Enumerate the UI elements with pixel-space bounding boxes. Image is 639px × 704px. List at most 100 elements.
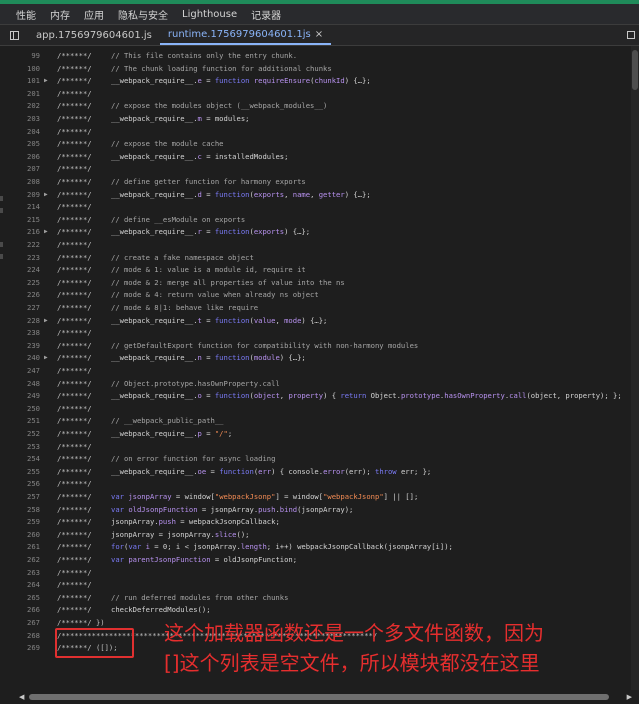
code-line[interactable]: 250 /******/ — [0, 403, 639, 416]
file-tab-app[interactable]: app.1756979604601.js — [28, 25, 160, 45]
line-number[interactable]: 268 — [0, 630, 40, 643]
code-line[interactable]: 99 /******/ // This file contains only the… — [0, 50, 639, 63]
line-number[interactable]: 267 — [0, 617, 40, 630]
line-number[interactable]: 248 — [0, 378, 40, 391]
line-number[interactable]: 239 — [0, 340, 40, 353]
line-number[interactable]: 253 — [0, 441, 40, 454]
code-line[interactable]: 205 /******/ // expose the module cache — [0, 138, 639, 151]
line-number[interactable]: 256 — [0, 478, 40, 491]
code-line[interactable]: 255 /******/ __webpack_require__.oe = func… — [0, 466, 639, 479]
line-number[interactable]: 249 — [0, 390, 40, 403]
code-line[interactable]: 202 /******/ // expose the modules object … — [0, 100, 639, 113]
code-line[interactable]: 251 /******/ // __webpack_public_path__ — [0, 415, 639, 428]
fold-arrow-icon[interactable]: ▶ — [44, 75, 52, 88]
line-number[interactable]: 260 — [0, 529, 40, 542]
line-number[interactable]: 216 — [0, 226, 40, 239]
code-editor[interactable]: 99 /******/ // This file contains only the… — [0, 46, 639, 690]
line-number[interactable]: 258 — [0, 504, 40, 517]
line-number[interactable]: 207 — [0, 163, 40, 176]
code-line[interactable]: 264 /******/ — [0, 579, 639, 592]
line-number[interactable]: 225 — [0, 277, 40, 290]
code-line[interactable]: 216 ▶ /******/ __webpack_require__.r = func… — [0, 226, 639, 239]
code-line[interactable]: 257/******/var jsonpArray = window["webp… — [0, 491, 639, 504]
code-line[interactable]: 261 /******/ for(var i = 0; i < jsonpArray… — [0, 541, 639, 554]
line-number[interactable]: 252 — [0, 428, 40, 441]
code-line[interactable]: 208 /******/ // define getter function for… — [0, 176, 639, 189]
tab-privacy-security[interactable]: 隐私与安全 — [111, 7, 175, 22]
code-line[interactable]: 266 /******/ checkDeferredModules(); — [0, 604, 639, 617]
close-icon[interactable]: × — [315, 29, 323, 40]
scroll-left-icon[interactable]: ◀ — [19, 693, 24, 701]
tab-lighthouse[interactable]: Lighthouse — [175, 9, 244, 20]
line-number[interactable]: 228 — [0, 315, 40, 328]
line-number[interactable]: 204 — [0, 126, 40, 139]
fold-arrow-icon[interactable]: ▶ — [44, 315, 52, 328]
code-line[interactable]: 100 /******/ // The chunk loading function… — [0, 63, 639, 76]
line-number[interactable]: 266 — [0, 604, 40, 617]
line-number[interactable]: 209 — [0, 189, 40, 202]
line-number[interactable]: 202 — [0, 100, 40, 113]
horizontal-scrollbar-thumb[interactable] — [29, 694, 609, 700]
toggle-debugger-icon[interactable] — [623, 25, 639, 45]
scroll-right-icon[interactable]: ▶ — [627, 693, 632, 701]
fold-arrow-icon[interactable]: ▶ — [44, 189, 52, 202]
code-line[interactable]: 224 /******/ // mode & 1: value is a modul… — [0, 264, 639, 277]
line-number[interactable]: 99 — [0, 50, 40, 63]
line-number[interactable]: 222 — [0, 239, 40, 252]
line-number[interactable]: 224 — [0, 264, 40, 277]
code-line[interactable]: 214 /******/ — [0, 201, 639, 214]
code-line[interactable]: 240 ▶ /******/ __webpack_require__.n = func… — [0, 352, 639, 365]
code-line[interactable]: 226 /******/ // mode & 4: return value whe… — [0, 289, 639, 302]
line-number[interactable]: 223 — [0, 252, 40, 265]
line-number[interactable]: 101 — [0, 75, 40, 88]
line-number[interactable]: 251 — [0, 415, 40, 428]
code-line[interactable]: 265 /******/ // run deferred modules from … — [0, 592, 639, 605]
line-number[interactable]: 265 — [0, 592, 40, 605]
code-line[interactable]: 260 /******/ jsonpArray = jsonpArray.slice… — [0, 529, 639, 542]
code-line[interactable]: 209 ▶ /******/ __webpack_require__.d = func… — [0, 189, 639, 202]
line-number[interactable]: 257 — [0, 491, 40, 504]
line-number[interactable]: 227 — [0, 302, 40, 315]
line-number[interactable]: 100 — [0, 63, 40, 76]
code-line[interactable]: 228 ▶ /******/ __webpack_require__.t = func… — [0, 315, 639, 328]
tab-performance[interactable]: 性能 — [0, 7, 43, 22]
code-line[interactable]: 101 ▶ /******/ __webpack_require__.e = func… — [0, 75, 639, 88]
vertical-scrollbar-thumb[interactable] — [632, 50, 638, 90]
code-line[interactable]: 225 /******/ // mode & 2: merge all proper… — [0, 277, 639, 290]
code-line[interactable]: 227 /******/ // mode & 8|1: behave like re… — [0, 302, 639, 315]
code-line[interactable]: 201 /******/ — [0, 88, 639, 101]
line-number[interactable]: 255 — [0, 466, 40, 479]
code-line[interactable]: 206 /******/ __webpack_require__.c = insta… — [0, 151, 639, 164]
line-number[interactable]: 208 — [0, 176, 40, 189]
horizontal-scrollbar[interactable]: ◀ ▶ — [0, 690, 639, 704]
fold-arrow-icon[interactable]: ▶ — [44, 352, 52, 365]
code-line[interactable]: 248 /******/ // Object.prototype.hasOwnPro… — [0, 378, 639, 391]
code-line[interactable]: 247 /******/ — [0, 365, 639, 378]
line-number[interactable]: 261 — [0, 541, 40, 554]
code-line[interactable]: 249 /******/ __webpack_require__.o = funct… — [0, 390, 639, 403]
code-line[interactable]: 223 /******/ // create a fake namespace ob… — [0, 252, 639, 265]
code-line[interactable]: 256 /******/ — [0, 478, 639, 491]
line-number[interactable]: 240 — [0, 352, 40, 365]
code-line[interactable]: 222 /******/ — [0, 239, 639, 252]
file-tab-runtime[interactable]: runtime.1756979604601.1js × — [159, 25, 332, 45]
line-number[interactable]: 269 — [0, 642, 40, 655]
fold-arrow-icon[interactable]: ▶ — [44, 226, 52, 239]
line-number[interactable]: 226 — [0, 289, 40, 302]
code-line[interactable]: 254 /******/ // on error function for asyn… — [0, 453, 639, 466]
line-number[interactable]: 203 — [0, 113, 40, 126]
line-number[interactable]: 201 — [0, 88, 40, 101]
code-line[interactable]: 258 /******/ var oldJsonpFunction = jsonpA… — [0, 504, 639, 517]
toggle-navigator-icon[interactable] — [0, 25, 28, 45]
code-line[interactable]: 252 /******/ __webpack_require__.p = "/"; — [0, 428, 639, 441]
line-number[interactable]: 205 — [0, 138, 40, 151]
line-number[interactable]: 206 — [0, 151, 40, 164]
line-number[interactable]: 262 — [0, 554, 40, 567]
line-number[interactable]: 250 — [0, 403, 40, 416]
tab-memory[interactable]: 内存 — [43, 7, 77, 22]
line-number[interactable]: 214 — [0, 201, 40, 214]
vertical-scrollbar[interactable] — [631, 46, 639, 690]
code-line[interactable]: 204 /******/ — [0, 126, 639, 139]
line-number[interactable]: 254 — [0, 453, 40, 466]
line-number[interactable]: 238 — [0, 327, 40, 340]
